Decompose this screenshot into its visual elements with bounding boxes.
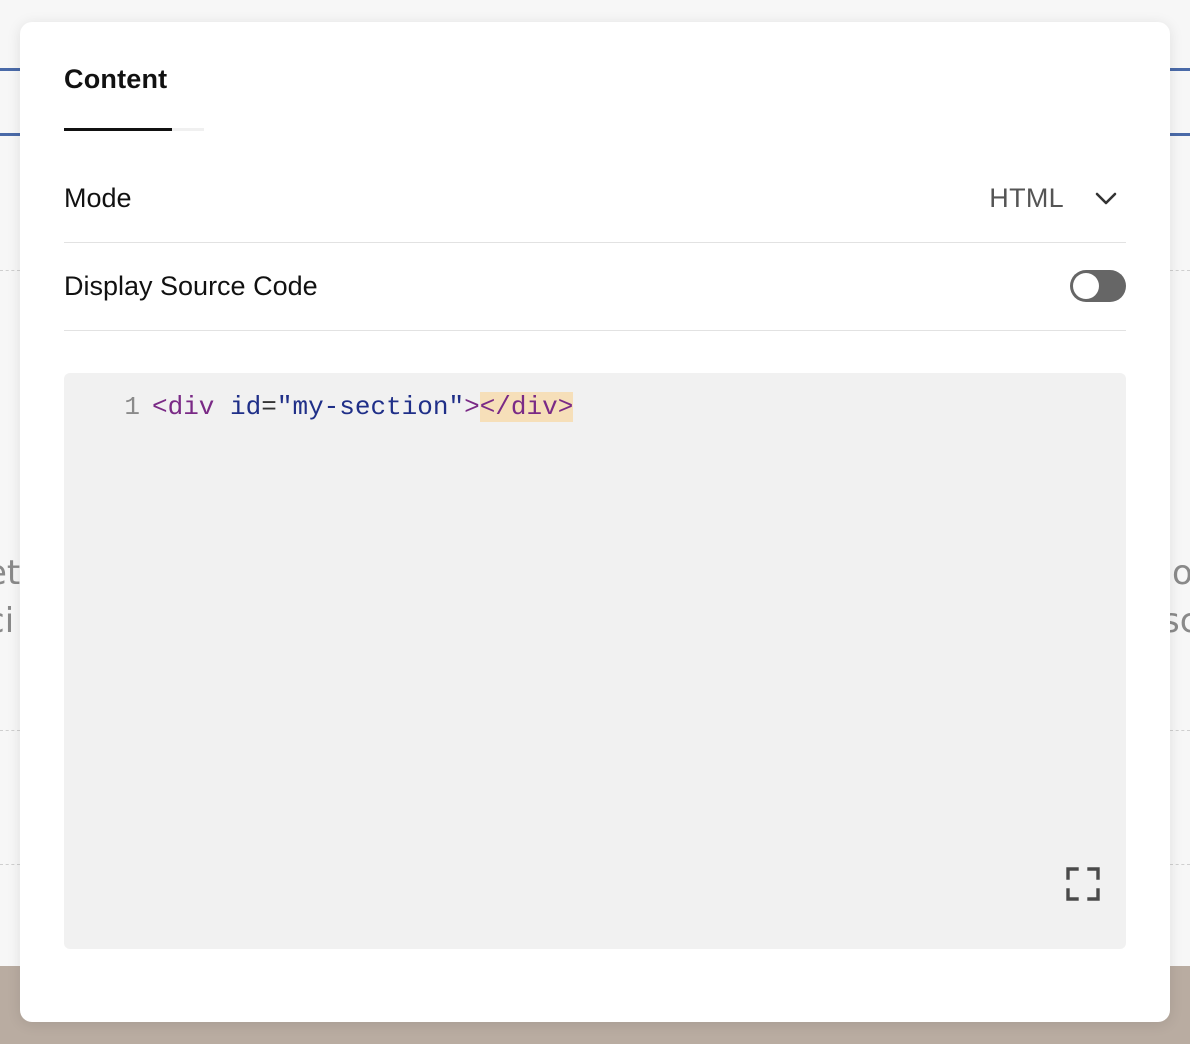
display-source-code-row: Display Source Code <box>64 242 1126 331</box>
background-divider <box>1170 864 1190 865</box>
mode-row: Mode HTML <box>64 154 1126 243</box>
tab-content[interactable]: Content <box>64 62 204 96</box>
background-divider <box>1170 730 1190 731</box>
code-token-attr-value: "my-section" <box>276 392 465 422</box>
code-editor[interactable]: 1 <div id="my-section"></div> <box>64 373 1126 949</box>
toggle-knob <box>1073 273 1099 299</box>
mode-select-value: HTML <box>989 182 1064 213</box>
code-token-close-tag: </div> <box>479 392 574 422</box>
background-accent-line <box>1170 68 1190 71</box>
background-accent-line <box>0 68 20 71</box>
code-token-close-bracket: > <box>464 392 480 422</box>
expand-icon[interactable] <box>1066 867 1100 901</box>
display-source-code-label: Display Source Code <box>64 270 318 301</box>
background-accent-line <box>0 133 20 136</box>
mode-select[interactable]: HTML <box>989 183 1126 214</box>
background-accent-line <box>1170 133 1190 136</box>
active-tab-indicator <box>64 128 172 131</box>
code-token-open-tag: <div <box>152 392 215 422</box>
background-text: o <box>1172 553 1190 593</box>
background-text: ci <box>0 601 15 641</box>
mode-label: Mode <box>64 182 132 213</box>
line-number: 1 <box>124 392 140 422</box>
content-settings-modal: Content Mode HTML Display Source Code 1 <… <box>20 22 1170 1022</box>
background-text: et <box>0 553 21 593</box>
background-divider <box>0 864 20 865</box>
background-divider <box>0 730 20 731</box>
background-divider <box>0 270 20 271</box>
chevron-down-icon <box>1095 192 1117 205</box>
code-token-attr-name: id <box>230 392 262 422</box>
display-source-code-toggle[interactable] <box>1070 270 1126 302</box>
background-divider <box>1170 270 1190 271</box>
code-token-equals: = <box>261 392 277 422</box>
tab-bar: Content <box>64 62 204 132</box>
code-line: 1 <div id="my-section"></div> <box>64 391 574 423</box>
